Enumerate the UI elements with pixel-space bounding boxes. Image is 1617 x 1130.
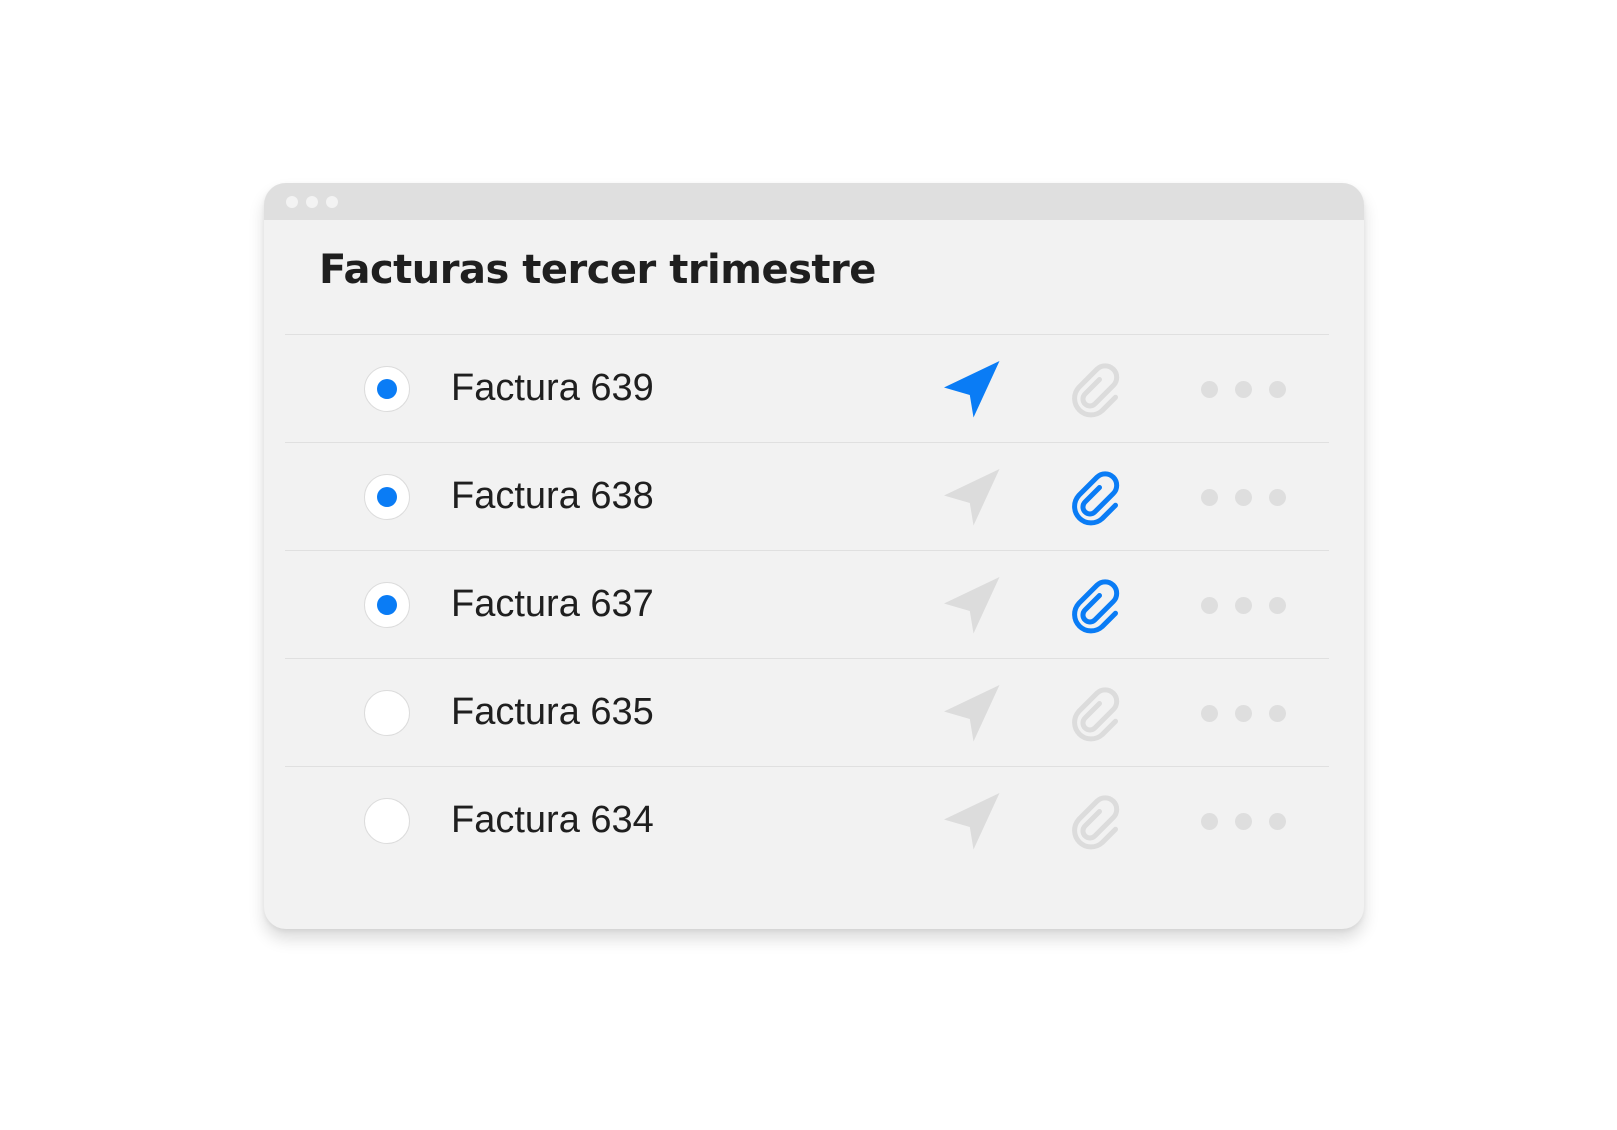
invoice-window: Facturas tercer trimestre Factura 639 Fa… [264,183,1364,929]
send-icon[interactable] [941,359,1001,419]
invoice-label: Factura 634 [451,799,654,841]
send-icon[interactable] [941,683,1001,743]
select-radio[interactable] [364,474,410,520]
invoice-row[interactable]: Factura 637 [285,550,1329,658]
more-icon[interactable] [1201,703,1286,723]
window-control-dot[interactable] [306,196,318,208]
window-control-dot[interactable] [286,196,298,208]
select-radio[interactable] [364,582,410,628]
invoice-row[interactable]: Factura 638 [285,442,1329,550]
more-icon[interactable] [1201,811,1286,831]
radio-selected-dot [376,378,397,399]
window-control-dot[interactable] [326,196,338,208]
invoice-label: Factura 635 [451,691,654,733]
invoice-row[interactable]: Factura 639 [285,334,1329,442]
more-icon[interactable] [1201,595,1286,615]
more-icon[interactable] [1201,379,1286,399]
invoice-label: Factura 639 [451,367,654,409]
window-titlebar [264,183,1364,220]
invoice-label: Factura 637 [451,583,654,625]
paperclip-icon[interactable] [1069,575,1129,635]
page-title: Facturas tercer trimestre [319,247,876,293]
invoice-list: Factura 639 Factura 638 Factura 637 Fact… [285,334,1329,874]
select-radio[interactable] [364,798,410,844]
paperclip-icon[interactable] [1069,467,1129,527]
invoice-row[interactable]: Factura 634 [285,766,1329,874]
send-icon[interactable] [941,575,1001,635]
invoice-label: Factura 638 [451,475,654,517]
select-radio[interactable] [364,690,410,736]
send-icon[interactable] [941,791,1001,851]
more-icon[interactable] [1201,487,1286,507]
radio-selected-dot [376,486,397,507]
radio-selected-dot [376,594,397,615]
paperclip-icon[interactable] [1069,791,1129,851]
send-icon[interactable] [941,467,1001,527]
invoice-row[interactable]: Factura 635 [285,658,1329,766]
paperclip-icon[interactable] [1069,359,1129,419]
paperclip-icon[interactable] [1069,683,1129,743]
select-radio[interactable] [364,366,410,412]
